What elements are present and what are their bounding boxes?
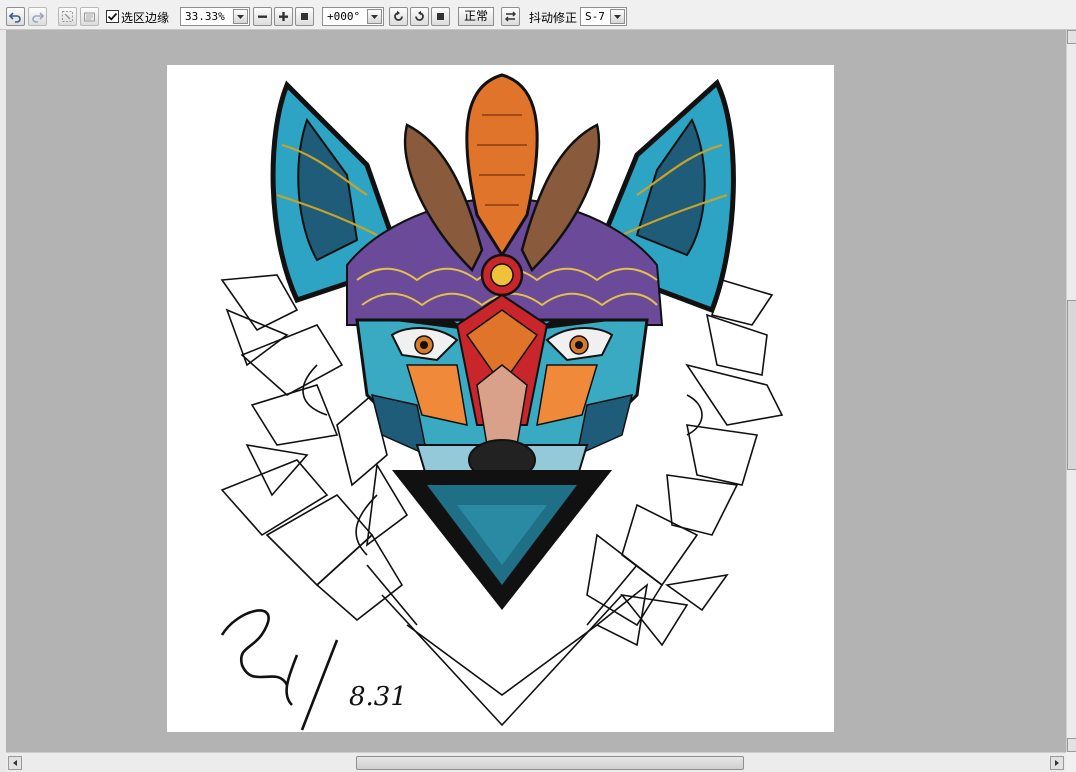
vertical-scrollbar[interactable] [1066, 30, 1076, 752]
rotation-value: +000° [327, 10, 361, 23]
flip-icon [505, 11, 516, 22]
zoom-out-button[interactable] [253, 7, 272, 26]
horizontal-scroll-thumb[interactable] [356, 756, 744, 770]
scroll-right-button[interactable] [1050, 756, 1064, 770]
canvas-page[interactable]: 8.31 [167, 65, 834, 732]
stabilizer-label: 抖动修正 [529, 11, 578, 25]
toolbar: 选区边缘 33.33% +000° 正常 抖动修正 S-7 [0, 0, 1076, 30]
deselect-button[interactable] [58, 7, 77, 26]
rotate-cw-button[interactable] [410, 7, 429, 26]
horizontal-scrollbar[interactable] [6, 752, 1066, 772]
arrow-right-icon [1055, 760, 1059, 766]
zoom-out-icon [258, 15, 267, 18]
undo-button[interactable] [6, 7, 25, 26]
deselect-icon [62, 11, 73, 22]
rotate-reset-icon [437, 13, 444, 20]
rotate-ccw-icon [394, 10, 403, 21]
artwork-fox-illustration: 8.31 [220, 73, 784, 731]
rotate-reset-button[interactable] [431, 7, 450, 26]
zoom-fit-icon [301, 13, 308, 20]
stabilizer-select[interactable]: S-7 [580, 7, 627, 26]
rotate-ccw-button[interactable] [389, 7, 408, 26]
zoom-value: 33.33% [185, 10, 225, 23]
chevron-down-icon[interactable] [367, 9, 382, 24]
flip-horizontal-button[interactable] [501, 7, 520, 26]
arrow-left-icon [13, 760, 17, 766]
signature-mark [220, 609, 339, 731]
vertical-scroll-thumb[interactable] [1067, 300, 1076, 470]
zoom-in-icon [279, 12, 288, 21]
redo-icon [32, 12, 44, 23]
normal-mode-button[interactable]: 正常 [458, 7, 495, 26]
selection-edge-checkbox[interactable] [106, 10, 119, 23]
stabilizer-value: S-7 [585, 10, 605, 23]
rotation-select[interactable]: +000° [322, 7, 384, 26]
undo-icon [9, 12, 21, 23]
chevron-down-icon[interactable] [610, 9, 625, 24]
checkmark-icon [107, 12, 118, 21]
scroll-up-button[interactable] [1067, 30, 1076, 44]
zoom-fit-button[interactable] [295, 7, 314, 26]
redo-button[interactable] [28, 7, 47, 26]
scroll-down-button[interactable] [1067, 738, 1076, 752]
clear-icon [84, 12, 95, 22]
selection-edge-label: 选区边缘 [121, 11, 170, 25]
zoom-in-button[interactable] [274, 7, 293, 26]
zoom-select[interactable]: 33.33% [180, 7, 250, 26]
clear-button[interactable] [80, 7, 99, 26]
rotate-cw-icon [415, 10, 424, 21]
signature-date: 8.31 [349, 682, 407, 712]
chevron-down-icon[interactable] [233, 9, 248, 24]
canvas-viewport[interactable]: 8.31 [6, 30, 1066, 752]
scroll-left-button[interactable] [8, 756, 22, 770]
